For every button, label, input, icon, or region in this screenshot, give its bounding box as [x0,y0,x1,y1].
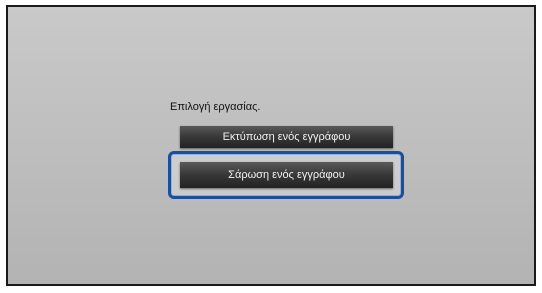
print-document-button[interactable]: Εκτύπωση ενός εγγράφου [180,126,393,148]
scan-document-button[interactable]: Σάρωση ενός εγγράφου [180,162,393,188]
task-prompt: Επιλογή εργασίας. [170,101,261,113]
print-document-label: Εκτύπωση ενός εγγράφου [222,131,351,143]
screen-frame: Επιλογή εργασίας. Εκτύπωση ενός εγγράφου… [6,5,536,286]
scan-document-label: Σάρωση ενός εγγράφου [228,169,345,181]
